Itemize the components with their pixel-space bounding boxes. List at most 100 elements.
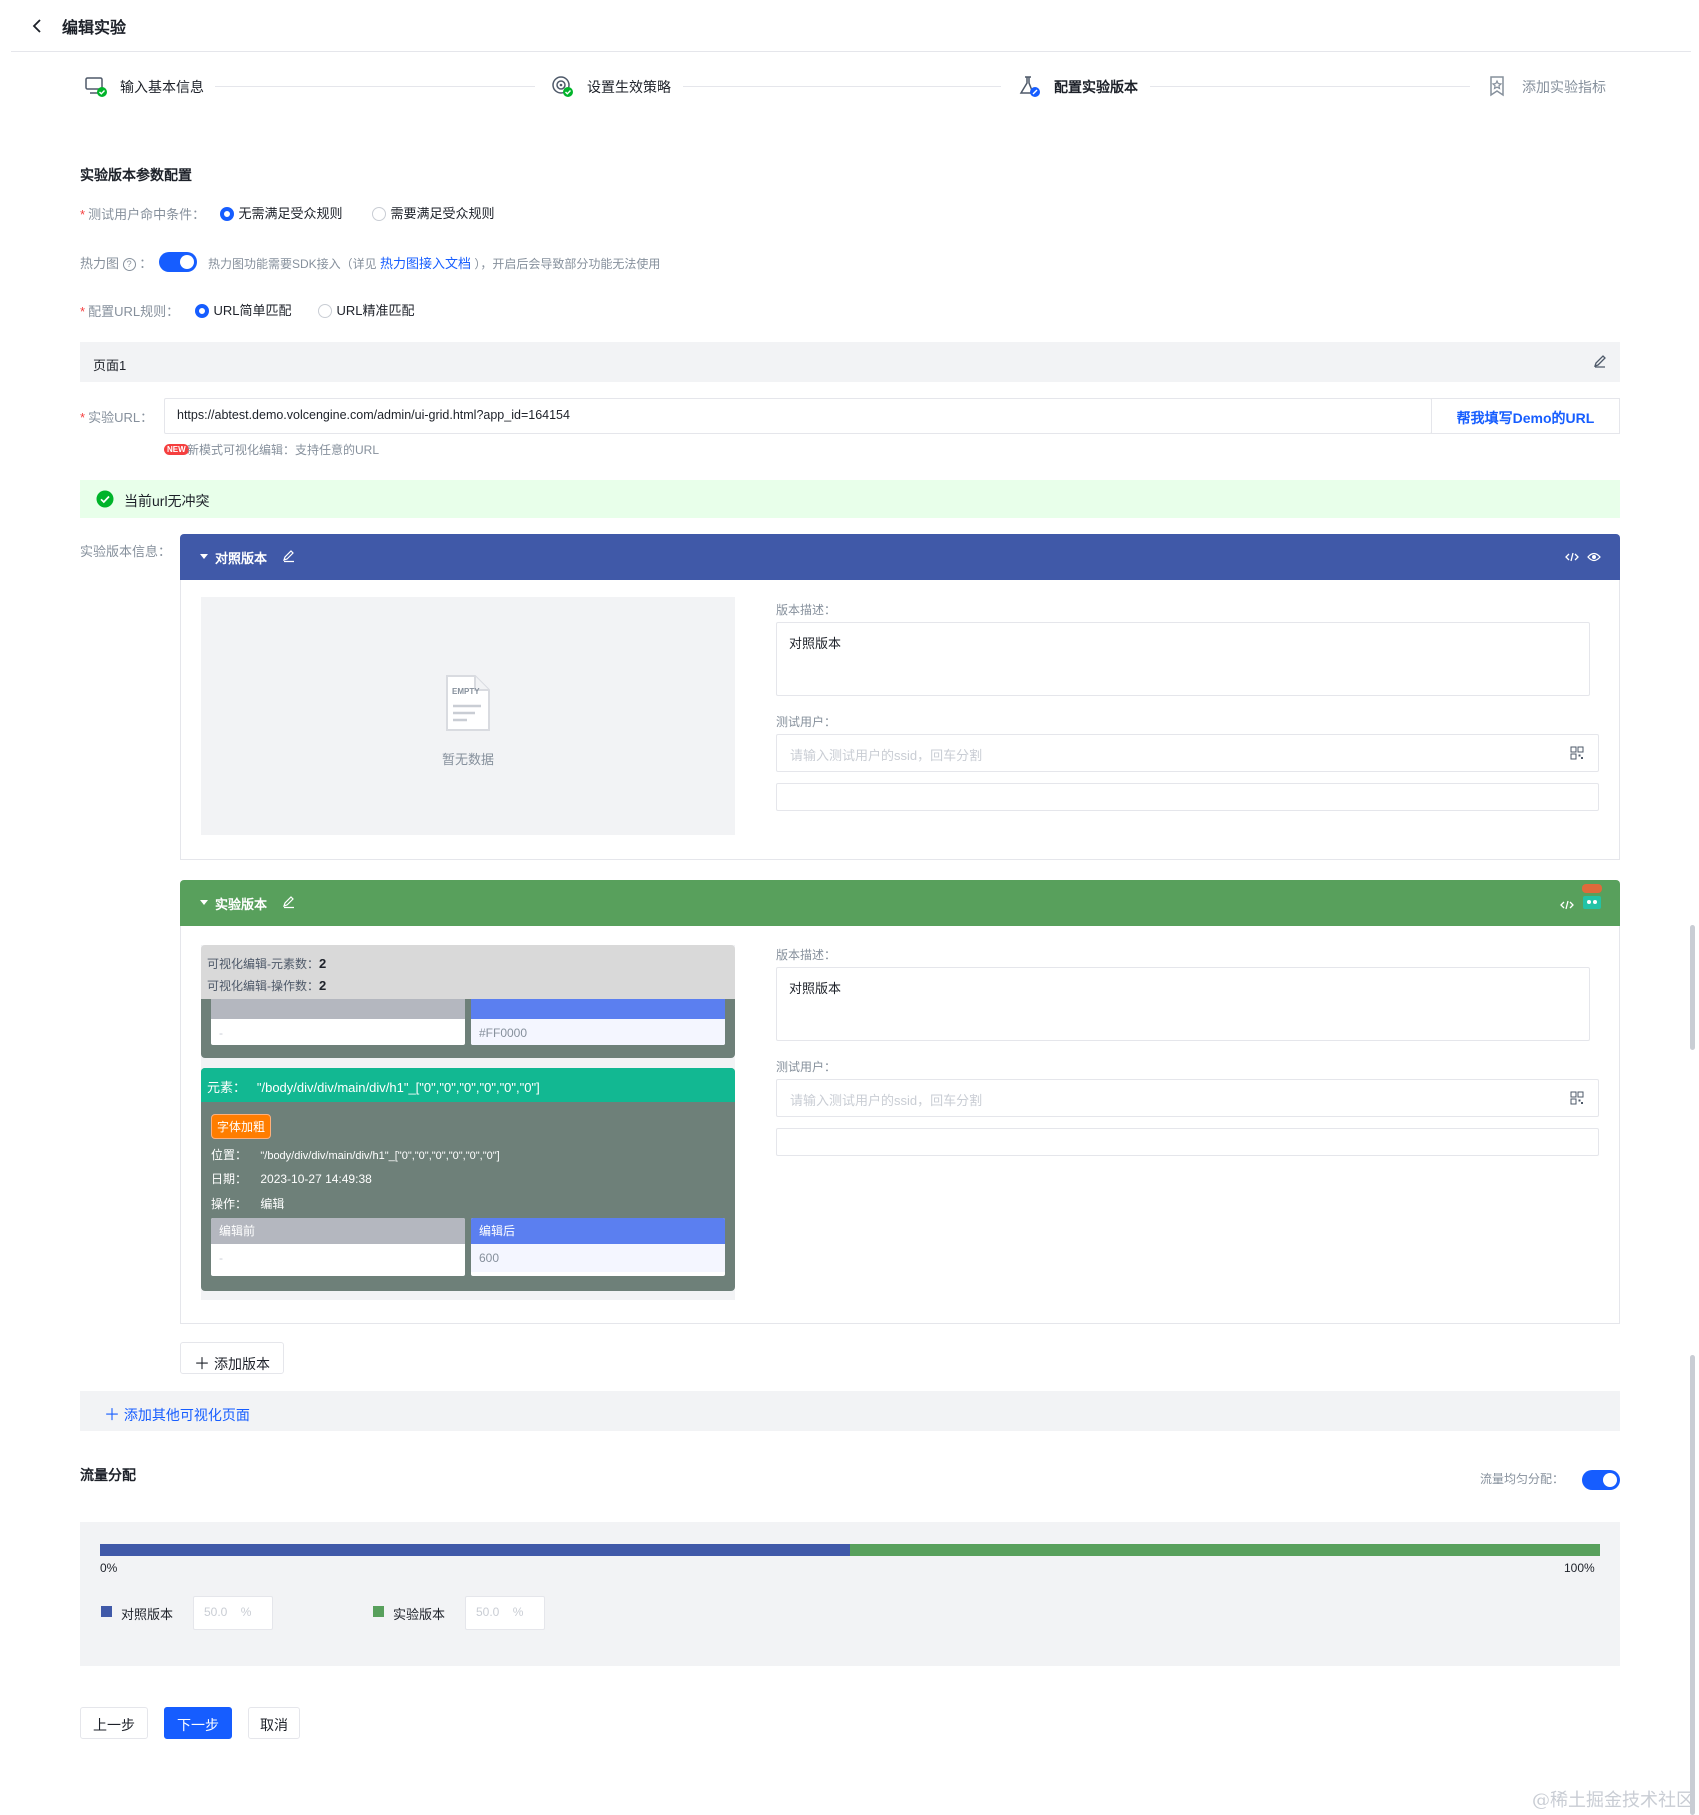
caret-down-icon[interactable]	[199, 898, 209, 908]
experiment-version-header[interactable]: 实验版本	[180, 880, 1620, 926]
add-version-button[interactable]: ＋ 添加版本	[180, 1342, 284, 1374]
qrcode-icon[interactable]	[1570, 746, 1584, 760]
prev-button[interactable]: 上一步	[80, 1707, 148, 1739]
heatmap-description: 热力图功能需要SDK接入（详见 热力图接入文档 ），开启后会导致部分功能无法使用	[208, 256, 661, 271]
empty-badge-text: EMPTY	[452, 687, 480, 696]
bookmark-star-icon	[1485, 74, 1509, 98]
traffic-segment-control	[100, 1544, 850, 1556]
heatmap-label: 热力图 ? ：	[80, 256, 153, 272]
desc-label: 版本描述：	[776, 603, 837, 617]
monitor-check-icon	[84, 74, 108, 98]
edit-pencil-icon[interactable]	[282, 895, 296, 909]
radio-url-exact[interactable]: URL精准匹配	[318, 300, 414, 320]
edit-pencil-icon[interactable]	[282, 549, 296, 563]
step-label: 配置实验版本	[1054, 79, 1138, 95]
caret-down-icon[interactable]	[199, 552, 209, 562]
after-box: #FF0000	[471, 995, 725, 1045]
operation-count: 可视化编辑-操作数：2	[207, 978, 327, 993]
before-box: 编辑前 -	[211, 1218, 465, 1276]
users-label: 测试用户：	[776, 715, 837, 729]
before-box: -	[211, 995, 465, 1045]
legend-swatch-experiment	[373, 1606, 384, 1617]
traffic-title: 流量分配	[80, 1467, 136, 1483]
new-mode-hint: 新模式可视化编辑：支持任意的URL	[187, 443, 380, 457]
eye-icon[interactable]	[1587, 551, 1601, 563]
radio-unselected[interactable]	[318, 303, 332, 318]
back-arrow-icon[interactable]	[28, 15, 48, 37]
experiment-version-name: 实验版本	[215, 897, 268, 912]
empty-text: 暂无数据	[442, 752, 495, 767]
element-count: 可视化编辑-元素数：2	[207, 956, 327, 971]
before-head: 编辑前	[211, 1218, 465, 1244]
scrollbar-thumb[interactable]	[1690, 925, 1695, 1050]
url-label: * 实验URL：	[80, 410, 154, 425]
steps-bar: 输入基本信息 设置生效策略 配置实验版本 添加实验指标	[80, 72, 1620, 102]
step-label: 添加实验指标	[1522, 79, 1606, 95]
next-button[interactable]: 下一步	[164, 1707, 232, 1739]
traffic-percent-input[interactable]: 50.0 %	[193, 1596, 273, 1630]
element-card: - #FF0000	[201, 990, 735, 1058]
scrollbar-thumb[interactable]	[1690, 1355, 1695, 1815]
cancel-button[interactable]: 取消	[248, 1707, 300, 1739]
versions-label: 实验版本信息：	[80, 544, 172, 559]
flask-icon	[1017, 74, 1041, 98]
step-connector	[215, 86, 535, 87]
page-name: 页面1	[93, 358, 127, 373]
radio-selected[interactable]	[195, 303, 209, 318]
heatmap-doc-link[interactable]: 热力图接入文档	[380, 256, 471, 271]
test-users-list	[776, 783, 1599, 811]
radio-no-audience-rule[interactable]: 无需满足受众规则	[220, 203, 342, 223]
step-label: 设置生效策略	[587, 79, 671, 95]
test-users-placeholder: 请输入测试用户的ssid，回车分割	[790, 748, 983, 763]
test-users-list	[776, 1128, 1599, 1156]
url-status-bar	[80, 480, 1620, 518]
radio-selected[interactable]	[220, 206, 234, 221]
code-icon[interactable]	[1560, 899, 1574, 911]
control-version-header[interactable]: 对照版本	[180, 534, 1620, 580]
element-title: 元素： "/body/div/div/main/div/h1"_["0","0"…	[207, 1080, 540, 1095]
traffic-segment-experiment	[850, 1544, 1600, 1556]
radio-url-simple[interactable]: URL简单匹配	[195, 300, 291, 320]
heatmap-toggle[interactable]	[159, 252, 197, 272]
element-card[interactable]: 元素： "/body/div/div/main/div/h1"_["0","0"…	[201, 1068, 735, 1291]
step-label: 输入基本信息	[120, 79, 204, 95]
code-icon[interactable]	[1565, 551, 1579, 563]
plus-icon: ＋	[104, 1407, 121, 1424]
before-value: -	[219, 1251, 223, 1265]
traffic-percent-input[interactable]: 50.0 %	[465, 1596, 545, 1630]
even-split-toggle[interactable]	[1582, 1470, 1620, 1490]
url-status-text: 当前url无冲突	[124, 493, 210, 509]
help-icon[interactable]: ?	[122, 258, 136, 272]
legend-swatch-control	[101, 1606, 112, 1617]
even-split-label: 流量均匀分配：	[1480, 1472, 1565, 1486]
desc-textarea[interactable]: 对照版本	[776, 967, 1590, 1041]
plus-icon: ＋	[194, 1356, 211, 1373]
watermark: @稀土掘金技术社区	[1532, 1790, 1694, 1811]
empty-file-icon	[445, 674, 491, 732]
radio-audience-rule[interactable]: 需要满足受众规则	[372, 203, 494, 223]
control-version-name: 对照版本	[215, 551, 268, 566]
qrcode-icon[interactable]	[1570, 1091, 1584, 1105]
element-operation: 操作： 编辑	[211, 1197, 285, 1211]
operation-tag: 字体加粗	[211, 1114, 272, 1139]
desc-textarea[interactable]: 对照版本	[776, 622, 1590, 696]
traffic-min-label: 0%	[100, 1561, 118, 1575]
test-users-placeholder: 请输入测试用户的ssid，回车分割	[790, 1093, 983, 1108]
desc-label: 版本描述：	[776, 948, 837, 962]
legend-label: 实验版本	[393, 1607, 446, 1622]
element-position: 位置： "/body/div/div/main/div/h1"_["0","0"…	[211, 1148, 500, 1162]
section-title: 实验版本参数配置	[80, 167, 192, 183]
step-connector	[683, 86, 1001, 87]
url-input[interactable]: https://abtest.demo.volcengine.com/admin…	[164, 398, 1432, 434]
edit-pencil-icon[interactable]	[1592, 353, 1608, 369]
radio-unselected[interactable]	[372, 206, 386, 221]
traffic-max-label: 100%	[1564, 1561, 1595, 1575]
robot-assistant-icon[interactable]	[1580, 882, 1604, 912]
after-box: 编辑后 600	[471, 1218, 725, 1276]
legend-label: 对照版本	[121, 1607, 174, 1622]
after-value: #FF0000	[471, 1019, 725, 1045]
step-connector	[1150, 86, 1470, 87]
add-page-bar	[80, 1391, 1620, 1431]
add-page-link[interactable]: ＋ 添加其他可视化页面	[104, 1401, 250, 1425]
fill-demo-url-button[interactable]: 帮我填写Demo的URL	[1431, 398, 1620, 434]
